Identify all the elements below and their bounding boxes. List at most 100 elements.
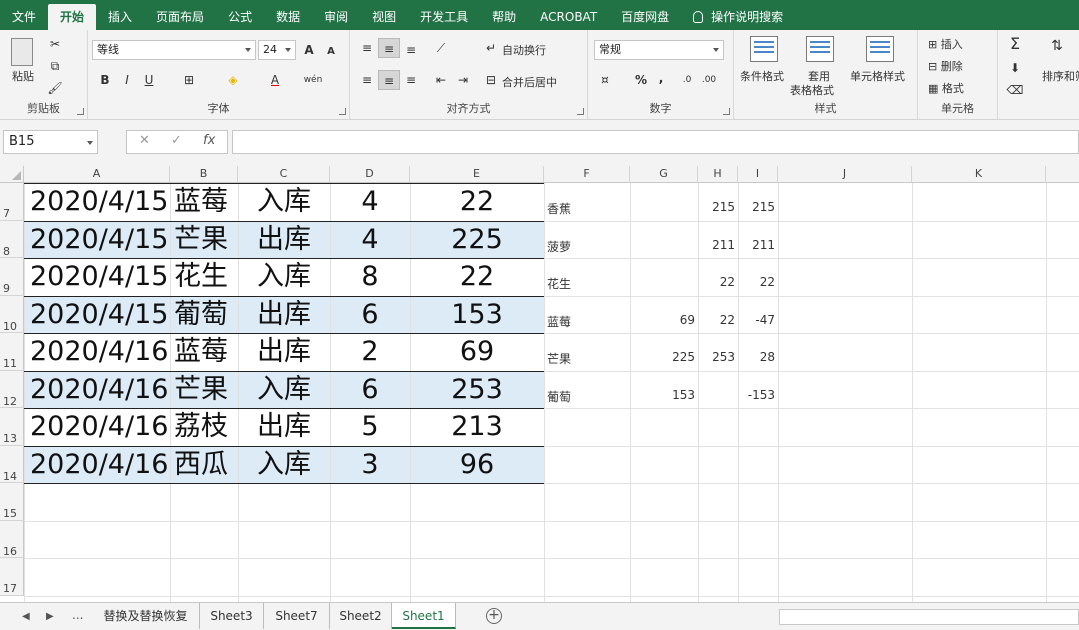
column-header-h[interactable]: H [698,166,738,183]
column-header-j[interactable]: J [778,166,912,183]
align-left-icon[interactable]: ≡ [356,70,378,90]
merge-center-button[interactable]: 合并后居中 [502,74,557,90]
cell-h9[interactable]: 22 [698,275,738,293]
align-middle-icon[interactable]: ≡ [378,38,400,58]
bold-button[interactable]: B [94,70,116,90]
row-header-16[interactable]: 16 [0,520,24,558]
delete-cells-button[interactable]: ⊟ 删除 [928,58,963,74]
cell-a13[interactable]: 2020/4/16 [24,408,170,446]
clipboard-launcher-icon[interactable] [77,108,84,115]
cell-d8[interactable]: 4 [330,221,410,259]
column-header-b[interactable]: B [170,166,238,183]
tab-page-layout[interactable]: 页面布局 [144,4,216,30]
currency-icon[interactable]: ¤ [594,70,616,90]
cell-c12[interactable]: 入库 [238,371,330,409]
cell-e14[interactable]: 96 [410,446,544,484]
tab-home[interactable]: 开始 [48,4,97,30]
cell-a7[interactable]: 2020/4/15 [24,183,170,221]
formula-input[interactable] [232,130,1079,154]
cell-f8[interactable]: 菠萝 [544,238,630,256]
fill-color-icon[interactable]: ◈ [222,70,244,90]
column-header-a[interactable]: A [24,166,170,183]
cell-d11[interactable]: 2 [330,333,410,371]
wrap-text-button[interactable]: 自动换行 [502,42,546,58]
cell-g12[interactable]: 153 [630,388,698,406]
cell-f9[interactable]: 花生 [544,275,630,293]
cell-a8[interactable]: 2020/4/15 [24,221,170,259]
cell-a14[interactable]: 2020/4/16 [24,446,170,484]
selected-cell-b15[interactable] [170,483,238,521]
row-header-8[interactable]: 8 [0,220,24,258]
cell-i12[interactable]: -153 [738,388,778,406]
fill-icon[interactable]: ⬇ [1004,58,1026,78]
cell-d9[interactable]: 8 [330,258,410,296]
horizontal-scrollbar[interactable] [779,609,1079,625]
cell-h10[interactable]: 22 [698,313,738,331]
cell-f11[interactable]: 芒果 [544,350,630,368]
sheet-tab-4[interactable]: Sheet2 [330,603,392,629]
cell-b12[interactable]: 芒果 [170,371,238,409]
cell-e13[interactable]: 213 [410,408,544,446]
font-launcher-icon[interactable] [339,108,346,115]
cell-b11[interactable]: 蓝莓 [170,333,238,371]
cell-f10[interactable]: 蓝莓 [544,313,630,331]
cell-c14[interactable]: 入库 [238,446,330,484]
sheet-ellipsis[interactable]: ... [72,608,83,622]
cell-c13[interactable]: 出库 [238,408,330,446]
cell-i11[interactable]: 28 [738,350,778,368]
cell-b8[interactable]: 芒果 [170,221,238,259]
tab-view[interactable]: 视图 [360,4,408,30]
row-header-13[interactable]: 13 [0,408,24,446]
decrease-indent-icon[interactable]: ⇤ [430,70,452,90]
cell-i10[interactable]: -47 [738,313,778,331]
orientation-icon[interactable]: ⟋ [430,38,452,58]
sheet-tab-5[interactable]: Sheet1 [392,603,456,629]
cell-d10[interactable]: 6 [330,296,410,334]
row-header-11[interactable]: 11 [0,333,24,371]
cell-i9[interactable]: 22 [738,275,778,293]
cell-b14[interactable]: 西瓜 [170,446,238,484]
align-right-icon[interactable]: ≡ [400,70,422,90]
cell-b7[interactable]: 蓝莓 [170,183,238,221]
cell-g11[interactable]: 225 [630,350,698,368]
row-header-9[interactable]: 9 [0,258,24,296]
column-header-k[interactable]: K [912,166,1046,183]
cell-c11[interactable]: 出库 [238,333,330,371]
cell-a11[interactable]: 2020/4/16 [24,333,170,371]
cell-h8[interactable]: 211 [698,238,738,256]
number-launcher-icon[interactable] [723,108,730,115]
percent-button[interactable]: % [630,70,652,90]
name-box[interactable]: B15 [3,130,98,154]
cell-e12[interactable]: 253 [410,371,544,409]
font-name-select[interactable]: 等线 [92,40,256,60]
tab-file[interactable]: 文件 [0,4,48,30]
cell-a12[interactable]: 2020/4/16 [24,371,170,409]
cell-i8[interactable]: 211 [738,238,778,256]
format-painter-icon[interactable]: 🖌 [44,78,66,98]
cell-e11[interactable]: 69 [410,333,544,371]
merge-center-icon[interactable]: ⊟ [480,70,502,90]
increase-decimal-icon[interactable]: .0 [676,70,698,90]
copy-icon[interactable]: ⧉ [44,56,66,76]
row-header-15[interactable]: 15 [0,483,24,521]
align-center-icon[interactable]: ≡ [378,70,400,90]
cell-e7[interactable]: 22 [410,183,544,221]
insert-function-icon[interactable]: fx [203,133,215,148]
tab-help[interactable]: 帮助 [480,4,528,30]
sheet-tab-1[interactable]: 替换及替换恢复 [92,603,200,629]
decrease-font-button[interactable]: A [320,42,342,62]
clear-icon[interactable]: ⌫ [1004,80,1026,100]
cell-a9[interactable]: 2020/4/15 [24,258,170,296]
tab-baidu-netdisk[interactable]: 百度网盘 [609,4,681,30]
row-header-14[interactable]: 14 [0,445,24,483]
column-header-e[interactable]: E [410,166,544,183]
cell-h11[interactable]: 253 [698,350,738,368]
tab-acrobat[interactable]: ACROBAT [528,4,609,30]
autosum-button[interactable]: Σ [1004,34,1026,54]
cell-c9[interactable]: 入库 [238,258,330,296]
wrap-text-icon[interactable]: ↵ [480,38,502,58]
comma-button[interactable]: , [650,68,672,88]
paste-icon[interactable] [11,38,33,66]
underline-button[interactable]: U [138,70,160,90]
cell-h7[interactable]: 215 [698,200,738,218]
